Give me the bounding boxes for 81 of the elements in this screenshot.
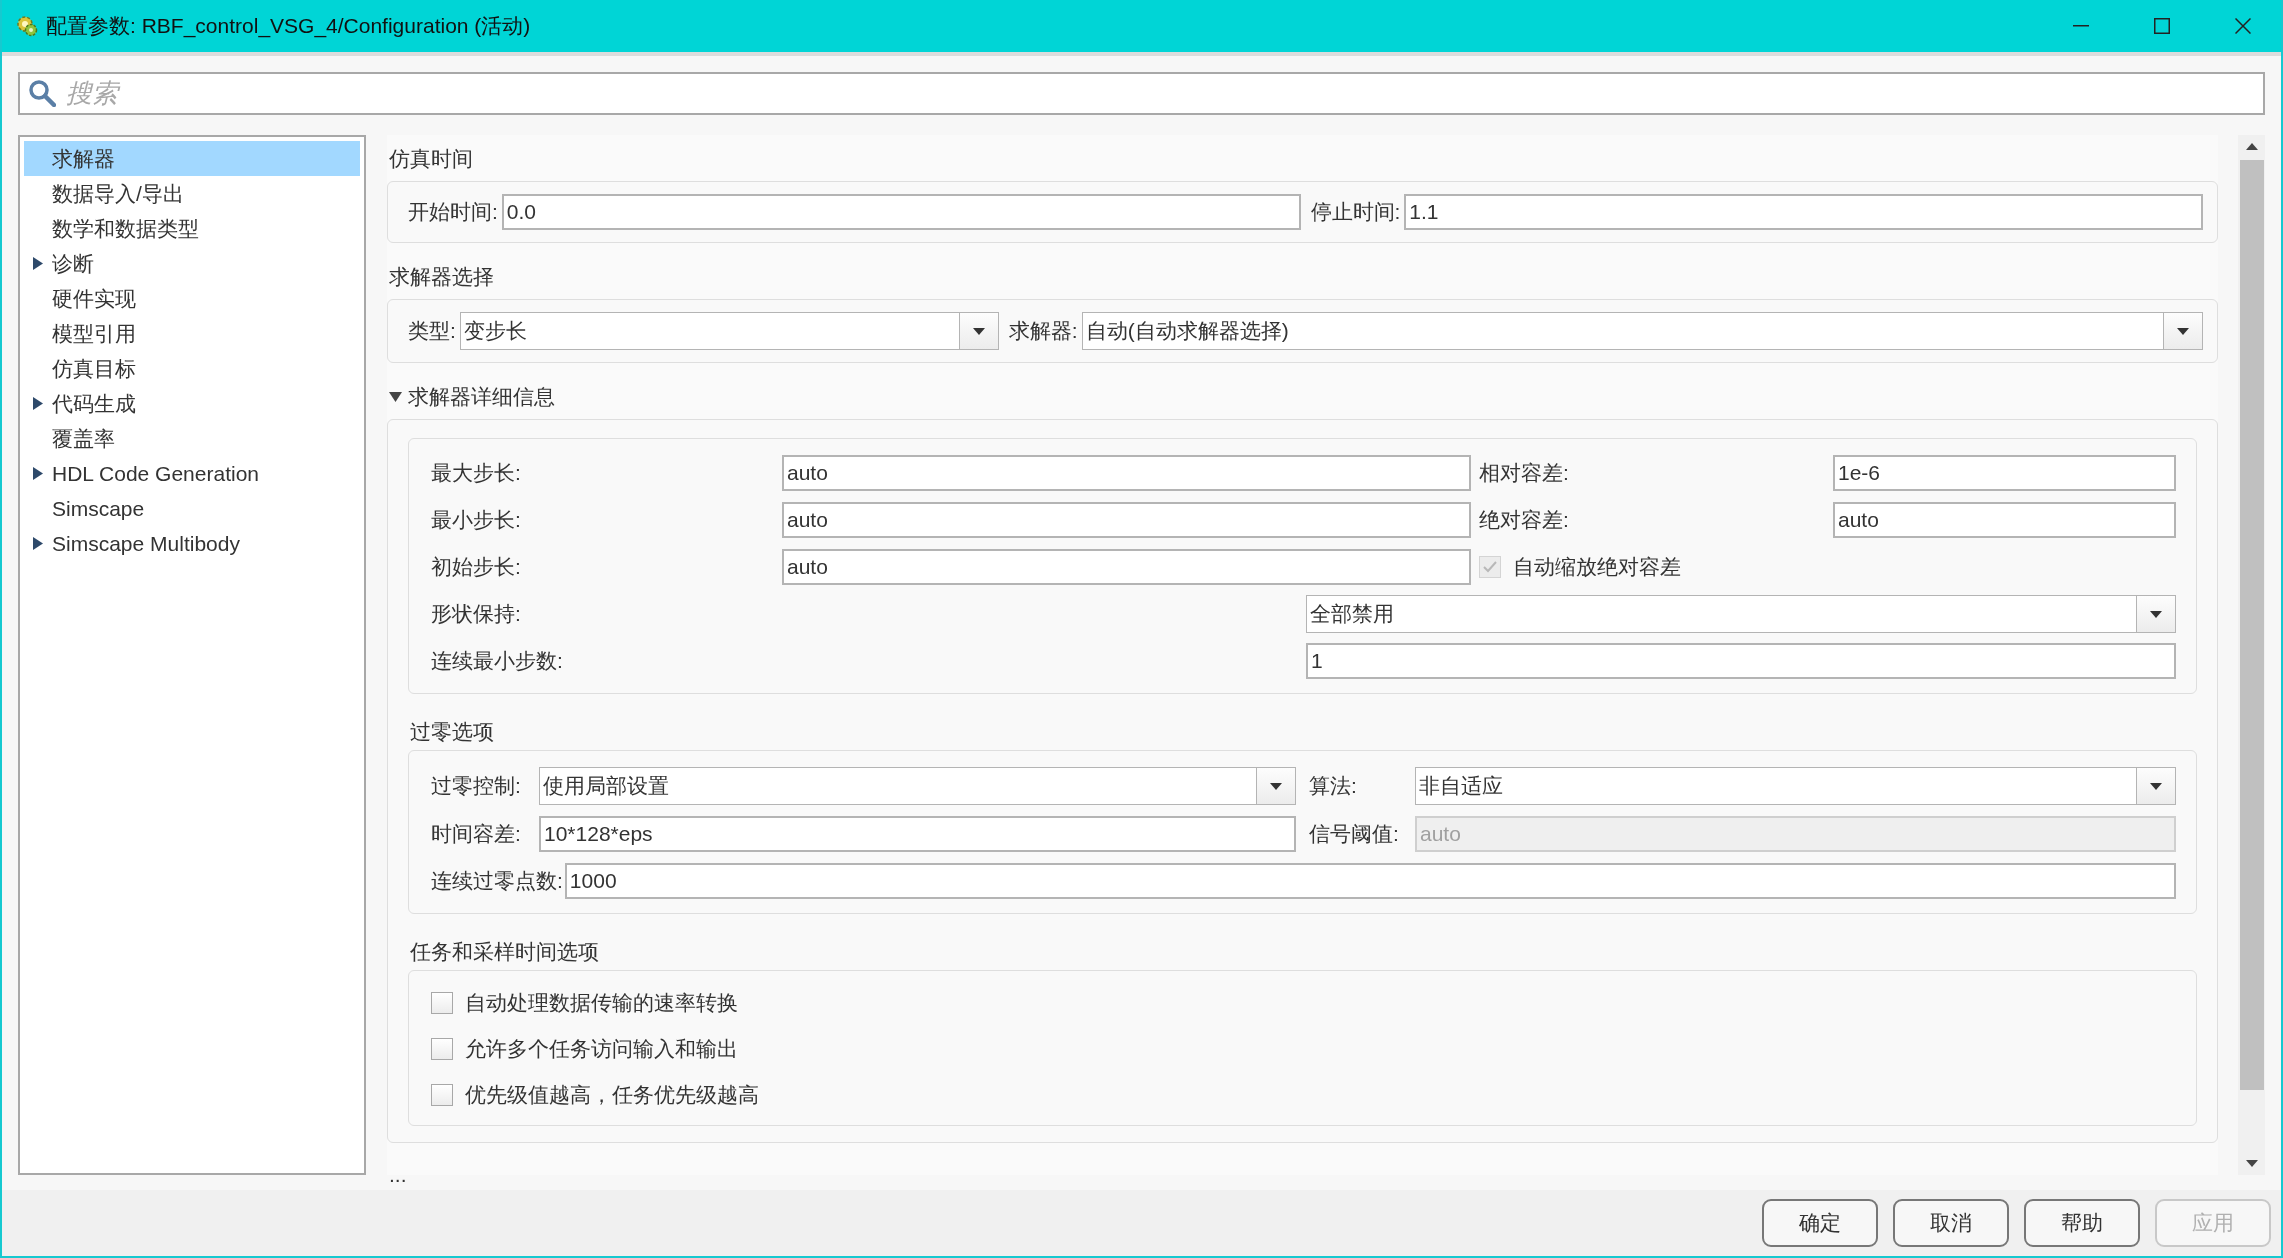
dropdown[interactable]: 自动(自动求解器选择) xyxy=(1081,312,2203,350)
dropdown[interactable]: 全部禁用 xyxy=(1306,595,2176,633)
text-field[interactable]: 1.1 xyxy=(1404,194,2203,230)
caret-icon xyxy=(1270,782,1282,790)
sidebar-item[interactable]: 模型引用 xyxy=(24,316,360,351)
text-field[interactable]: 10*128*eps xyxy=(539,816,1296,852)
dialog-button[interactable]: 帮助 xyxy=(2024,1199,2140,1247)
sidebar-item[interactable]: 硬件实现 xyxy=(24,281,360,316)
search-icon xyxy=(28,79,56,107)
text-field[interactable]: auto xyxy=(782,549,1471,585)
window-title: 配置参数: RBF_control_VSG_4/Configuration (活动) xyxy=(46,13,531,40)
checkbox-label: 自动处理数据传输的速率转换 xyxy=(465,990,738,1016)
section-title: 求解器详细信息 xyxy=(408,384,555,410)
dialog-button[interactable]: 取消 xyxy=(1893,1199,2009,1247)
text-field[interactable]: 1e-6 xyxy=(1833,455,2176,491)
scroll-down-icon[interactable] xyxy=(2245,1160,2258,1167)
field-label: 过零控制: xyxy=(431,773,522,799)
sidebar-item[interactable]: HDL Code Generation xyxy=(24,456,360,491)
sidebar-item[interactable]: 数学和数据类型 xyxy=(24,211,360,246)
text-field[interactable]: 1000 xyxy=(564,863,2176,899)
field-label: 相对容差: xyxy=(1478,460,1570,486)
dropdown[interactable]: 使用局部设置 xyxy=(539,767,1296,805)
field-label: 信号阈值: xyxy=(1308,821,1400,847)
caret-icon xyxy=(2150,782,2162,790)
field-label: 停止时间: xyxy=(1310,199,1401,225)
caret-icon xyxy=(972,327,985,335)
gear-icon xyxy=(16,15,38,37)
field-label: 类型: xyxy=(408,318,456,344)
field-label: 算法: xyxy=(1308,773,1358,799)
more-indicator: ... xyxy=(389,1163,408,1187)
checkbox-label: 优先级值越高，任务优先级越高 xyxy=(465,1082,759,1108)
text-field[interactable]: auto xyxy=(782,502,1471,538)
sidebar-item[interactable]: 数据导入/导出 xyxy=(24,176,360,211)
field-label: 初始步长: xyxy=(431,554,522,580)
field-label: 连续最小步数: xyxy=(431,648,564,674)
field-label: 绝对容差: xyxy=(1478,507,1570,533)
sidebar-item[interactable]: 仿真目标 xyxy=(24,351,360,386)
caret-icon xyxy=(2150,610,2162,618)
scrollbar-thumb[interactable] xyxy=(2239,160,2264,1090)
expand-arrow-icon[interactable] xyxy=(33,257,43,270)
dropdown[interactable]: 非自适应 xyxy=(1415,767,2176,805)
caret-icon xyxy=(2177,327,2189,335)
section-title: 求解器选择 xyxy=(389,264,495,290)
text-field[interactable]: 0.0 xyxy=(501,194,1301,230)
sidebar-item[interactable]: 求解器 xyxy=(24,141,360,176)
expand-arrow-icon[interactable] xyxy=(33,397,43,410)
collapse-arrow-icon[interactable] xyxy=(389,392,402,402)
minimize-icon[interactable] xyxy=(2073,25,2089,27)
sidebar-item[interactable]: Simscape xyxy=(24,491,360,526)
section-title: 仿真时间 xyxy=(389,146,474,172)
dialog-button[interactable]: 确定 xyxy=(1762,1199,1878,1247)
field-label: 开始时间: xyxy=(408,199,498,225)
field-label: 形状保持: xyxy=(431,601,522,627)
sidebar-item[interactable]: 代码生成 xyxy=(24,386,360,421)
sidebar-item[interactable]: 覆盖率 xyxy=(24,421,360,456)
maximize-icon[interactable] xyxy=(2154,18,2170,34)
scroll-up-icon[interactable] xyxy=(2245,143,2258,150)
sidebar-item[interactable]: Simscape Multibody xyxy=(24,526,360,561)
checkbox[interactable] xyxy=(431,1084,453,1106)
field-label: 连续过零点数: xyxy=(431,868,563,894)
text-field[interactable]: auto xyxy=(1833,502,2176,538)
expand-arrow-icon[interactable] xyxy=(33,537,43,550)
field-label: 时间容差: xyxy=(431,821,522,847)
field-label: 最大步长: xyxy=(431,460,522,486)
text-field[interactable]: 1 xyxy=(1306,643,2176,679)
close-icon[interactable] xyxy=(2235,18,2251,34)
text-field[interactable]: auto xyxy=(782,455,1471,491)
section-title: 过零选项 xyxy=(410,719,495,745)
sidebar-item[interactable]: 诊断 xyxy=(24,246,360,281)
expand-arrow-icon[interactable] xyxy=(33,467,43,480)
checkbox[interactable] xyxy=(431,1038,453,1060)
field-label: 最小步长: xyxy=(431,507,522,533)
dropdown[interactable]: 变步长 xyxy=(459,312,999,350)
field-label: 求解器: xyxy=(1008,318,1078,344)
search-field[interactable]: 搜索 xyxy=(18,72,2265,115)
checkbox[interactable] xyxy=(431,992,453,1014)
checkbox-label: 允许多个任务访问输入和输出 xyxy=(465,1036,738,1062)
checkbox-label: 自动缩放绝对容差 xyxy=(1513,554,1681,580)
checkmark-icon xyxy=(1482,560,1498,574)
section-title: 任务和采样时间选项 xyxy=(410,939,600,965)
scrollbar[interactable] xyxy=(2238,135,2265,1175)
